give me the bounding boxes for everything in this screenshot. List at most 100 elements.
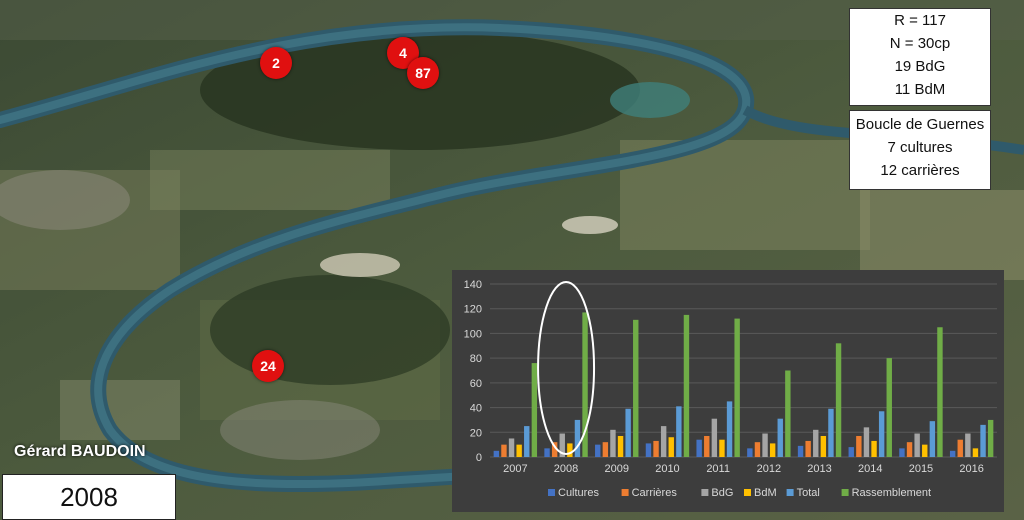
bar-bdm-2011	[719, 439, 725, 457]
site-cultures: 7 cultures	[887, 139, 953, 156]
bar-bdm-2010	[668, 437, 674, 457]
x-tick-label: 2011	[706, 463, 730, 475]
author-credit: Gérard BAUDOIN	[14, 443, 146, 460]
bar-bdm-2009	[617, 435, 624, 457]
x-tick-label: 2016	[959, 463, 983, 475]
stats-line: R = 117	[894, 12, 946, 29]
site-marker-2: 2	[260, 47, 292, 79]
bar-bdm-2008	[567, 443, 573, 457]
bar-carrières-2014	[856, 435, 862, 457]
legend-swatch	[786, 489, 794, 496]
bar-bdm-2007	[516, 444, 522, 457]
x-tick-label: 2014	[858, 463, 882, 475]
bar-bdg-2015	[914, 433, 920, 457]
bar-carrières-2015	[906, 442, 913, 457]
bar-cultures-2014	[848, 447, 854, 457]
bar-carrières-2013	[805, 440, 811, 457]
bar-carrières-2007	[501, 444, 507, 457]
bar-rassemblement-2013	[835, 343, 842, 457]
bar-bdg-2011	[711, 418, 718, 457]
site-marker-24: 24	[252, 350, 284, 382]
bar-cultures-2015	[899, 448, 905, 457]
bar-bdg-2014	[863, 427, 870, 457]
y-tick-label: 0	[476, 452, 482, 464]
bar-total-2008	[574, 419, 581, 457]
bar-bdm-2014	[871, 440, 877, 457]
bar-cultures-2011	[696, 439, 702, 457]
x-tick-label: 2012	[757, 463, 781, 475]
y-tick-label: 20	[470, 427, 482, 439]
stats-box: R = 117 N = 30cp 19 BdG 11 BdM	[849, 8, 991, 106]
bar-carrières-2009	[602, 442, 609, 457]
legend-label: Cultures	[558, 487, 599, 499]
bar-bdg-2016	[965, 433, 971, 457]
bar-cultures-2008	[544, 448, 550, 457]
site-name: Boucle de Guernes	[855, 116, 985, 133]
y-tick-label: 80	[470, 353, 482, 365]
legend-label: Carrières	[632, 487, 678, 499]
bar-cultures-2013	[797, 445, 804, 457]
x-tick-label: 2009	[605, 463, 629, 475]
bar-total-2010	[676, 406, 682, 457]
bar-rassemblement-2014	[886, 358, 892, 457]
x-tick-label: 2007	[503, 463, 527, 475]
bar-carrières-2010	[653, 440, 659, 457]
bar-cultures-2016	[949, 450, 956, 457]
bar-bdm-2015	[922, 444, 928, 457]
bar-total-2011	[726, 401, 733, 457]
legend-swatch	[744, 489, 751, 496]
bar-carrières-2012	[754, 442, 761, 457]
bar-carrières-2016	[957, 439, 963, 457]
stats-line: 11 BdM	[894, 81, 946, 98]
bar-total-2016	[980, 424, 986, 457]
site-info-box: Boucle de Guernes 7 cultures 12 carrière…	[849, 110, 991, 190]
bar-total-2009	[625, 408, 631, 457]
bar-bdg-2010	[660, 426, 667, 457]
y-tick-label: 40	[470, 403, 482, 415]
legend-label: Total	[797, 487, 820, 499]
bar-total-2013	[828, 408, 834, 457]
legend-swatch	[548, 489, 555, 496]
bar-bdm-2012	[769, 443, 776, 457]
x-tick-label: 2008	[554, 463, 578, 475]
y-tick-label: 100	[464, 328, 482, 340]
bar-rassemblement-2015	[937, 327, 943, 457]
bar-total-2015	[929, 421, 936, 457]
legend-swatch	[621, 489, 629, 496]
legend-label: BdG	[711, 487, 733, 499]
bar-bdg-2007	[508, 438, 515, 457]
bar-rassemblement-2007	[531, 363, 538, 457]
year-label: 2008	[2, 474, 176, 520]
bar-rassemblement-2009	[633, 319, 639, 457]
bar-chart: 0 20 40 60 80 100 120 140 2007 2008 2009 2010 2011 20…	[464, 279, 997, 499]
bar-total-2012	[777, 418, 783, 457]
bar-bdg-2013	[813, 429, 819, 457]
legend-swatch	[841, 489, 849, 496]
aerial-map-slide: 2 4 87 24 R = 117 N = 30cp 19 BdG 11 BdM…	[0, 0, 1024, 520]
bar-bdm-2013	[820, 435, 827, 457]
stats-line: 19 BdG	[894, 58, 946, 75]
bar-cultures-2007	[493, 450, 500, 457]
x-tick-label: 2013	[807, 463, 831, 475]
y-tick-label: 140	[464, 279, 482, 291]
x-tick-label: 2010	[655, 463, 679, 475]
legend-swatch	[701, 489, 709, 496]
bar-chart-panel: 0 20 40 60 80 100 120 140 2007 2008 2009 2010 2011 20…	[452, 270, 1004, 512]
stats-line: N = 30cp	[889, 35, 951, 52]
bar-rassemblement-2010	[683, 314, 690, 457]
legend-label: BdM	[754, 487, 777, 499]
y-tick-label: 120	[464, 304, 482, 316]
bar-bdm-2016	[972, 448, 979, 457]
site-marker-87: 87	[407, 57, 439, 89]
bar-rassemblement-2012	[785, 370, 791, 457]
bar-bdg-2012	[762, 433, 768, 457]
bar-carrières-2011	[704, 435, 710, 457]
bar-total-2007	[524, 426, 530, 457]
x-tick-label: 2015	[909, 463, 933, 475]
bar-rassemblement-2011	[734, 318, 740, 457]
y-tick-label: 60	[470, 378, 482, 390]
bar-cultures-2012	[747, 448, 753, 457]
bar-bdg-2009	[610, 429, 616, 457]
bar-cultures-2010	[645, 443, 652, 457]
bar-cultures-2009	[595, 444, 601, 457]
